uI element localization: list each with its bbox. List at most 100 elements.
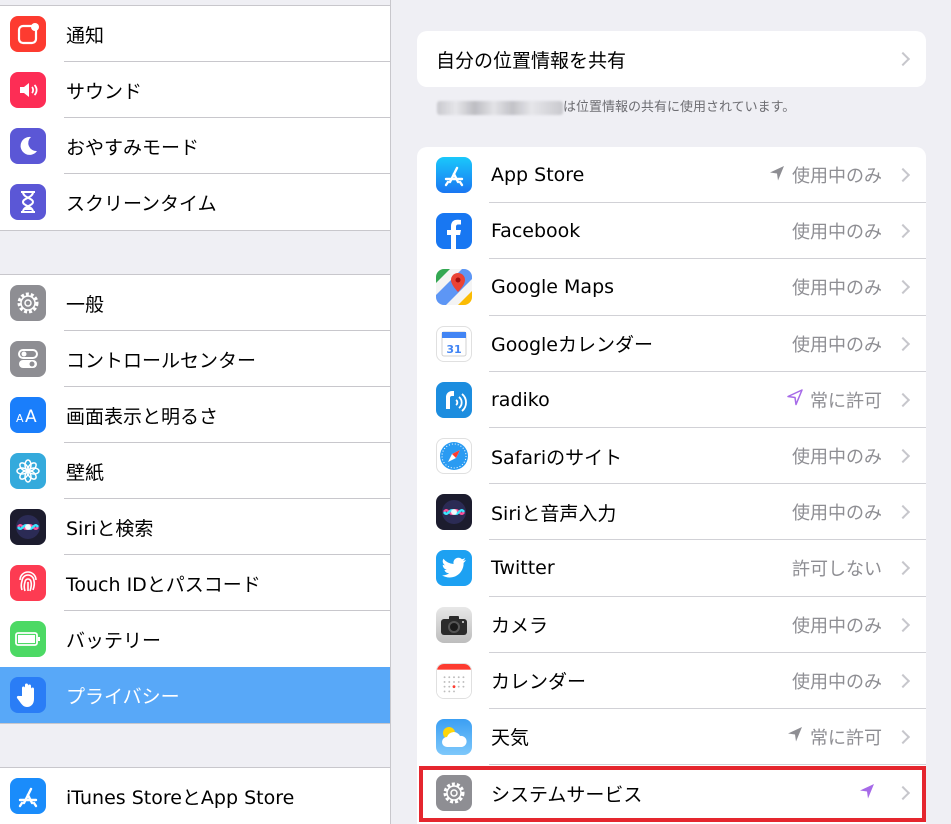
share-my-location-row[interactable]: 自分の位置情報を共有 (417, 31, 926, 87)
chevron-right-icon (895, 280, 911, 295)
hand-icon (10, 677, 46, 713)
location-permission-status: 使用中のみ (768, 162, 882, 188)
location-sharing-footnote: は位置情報の共有に使用されています。 (437, 96, 795, 115)
sidebar-item-label: プライバシー (66, 685, 180, 708)
location-app-row[interactable]: カレンダー 使用中のみ (417, 653, 926, 709)
sidebar-item-notification[interactable]: 通知 (0, 6, 390, 62)
sidebar-item-gear[interactable]: 一般 (0, 275, 390, 331)
app-name: Googleカレンダー (491, 334, 654, 357)
redacted-device-name (437, 100, 563, 115)
sidebar-item-siri[interactable]: Siriと検索 (0, 499, 390, 555)
sidebar-item-label: スクリーンタイム (66, 192, 217, 215)
siri-icon (436, 494, 472, 531)
sidebar-item-label: 通知 (66, 24, 105, 47)
sidebar-item-flower[interactable]: 壁紙 (0, 443, 390, 499)
sidebar-item-speaker[interactable]: サウンド (0, 62, 390, 118)
permission-text: 使用中のみ (792, 334, 882, 356)
chevron-right-icon (895, 448, 911, 464)
sidebar-item-battery[interactable]: バッテリー (0, 611, 390, 667)
permission-text: 使用中のみ (792, 503, 882, 525)
permission-text: 使用中のみ (792, 615, 882, 637)
sidebar-item-app-store[interactable]: iTunes StoreとApp Store (0, 768, 390, 824)
chevron-right-icon (895, 561, 911, 576)
location-permission-status: 常に許可 (786, 387, 882, 413)
location-permission-status: 使用中のみ (792, 274, 882, 300)
sidebar-item-text-size[interactable]: A A 画面表示と明るさ (0, 387, 390, 443)
siri-icon (10, 509, 46, 545)
sidebar-item-label: 壁紙 (66, 461, 105, 484)
svg-text:31: 31 (446, 343, 461, 356)
sidebar-item-moon[interactable]: おやすみモード (0, 118, 390, 174)
speaker-icon (10, 72, 46, 108)
chevron-right-icon (895, 224, 911, 239)
app-name: App Store (491, 164, 585, 187)
permission-text: 常に許可 (810, 390, 882, 412)
permission-text: 常に許可 (810, 727, 882, 749)
app-name: Siriと音声入力 (491, 502, 617, 525)
chevron-right-icon (895, 786, 911, 801)
location-arrow-icon (786, 388, 804, 411)
radiko-icon (436, 381, 472, 418)
app-name: システムサービス (491, 783, 643, 806)
chevron-right-icon (895, 505, 911, 520)
app-name: Twitter (491, 557, 555, 580)
permission-text: 使用中のみ (792, 166, 882, 188)
chevron-right-icon (895, 392, 911, 407)
location-app-row[interactable]: radiko 常に許可 (417, 372, 926, 428)
moon-icon (10, 128, 46, 164)
google-maps-icon (436, 269, 472, 306)
chevron-right-icon (895, 673, 911, 688)
location-app-row[interactable]: Siriと音声入力 使用中のみ (417, 484, 926, 541)
app-name: カメラ (491, 615, 549, 638)
location-app-row[interactable]: Facebook 使用中のみ (417, 203, 926, 260)
permission-text: 使用中のみ (792, 447, 882, 469)
location-app-row[interactable]: Google Maps 使用中のみ (417, 259, 926, 316)
location-apps-list: App Store 使用中のみ Facebook 使用中のみ Google Maps 使用… (417, 147, 926, 824)
permission-text: 使用中のみ (792, 222, 882, 244)
permission-text: 許可しない (792, 559, 882, 581)
camera-icon (436, 606, 472, 643)
app-name: Facebook (491, 220, 581, 243)
share-my-location-label: 自分の位置情報を共有 (436, 49, 627, 72)
location-permission-status: 使用中のみ (792, 499, 882, 525)
location-app-row[interactable]: カメラ 使用中のみ (417, 597, 926, 653)
chevron-right-icon (895, 168, 911, 183)
weather-icon (436, 718, 472, 755)
chevron-right-icon (895, 51, 911, 67)
sidebar-item-label: おやすみモード (66, 136, 200, 159)
sidebar-item-fingerprint[interactable]: Touch IDとパスコード (0, 555, 390, 611)
app-store-icon (436, 157, 472, 193)
safari-icon (436, 437, 472, 474)
location-app-row[interactable]: Safariのサイト 使用中のみ (417, 428, 926, 485)
sidebar-group-2: 一般 コントロールセンター A A 画面表示と明るさ壁紙 Siriと検索 Touch IDと… (0, 274, 390, 724)
permission-text: 使用中のみ (792, 278, 882, 300)
flower-icon (10, 453, 46, 489)
app-name: 天気 (491, 727, 530, 750)
location-app-row[interactable]: Twitter 許可しない (417, 540, 926, 597)
location-permission-status: 常に許可 (786, 724, 882, 750)
sidebar-item-label: iTunes StoreとApp Store (66, 786, 295, 809)
chevron-right-icon (895, 336, 911, 351)
chevron-right-icon (895, 617, 911, 632)
calendar-icon (436, 662, 472, 699)
location-arrow-icon (858, 782, 876, 805)
sidebar-item-hand[interactable]: プライバシー (0, 667, 390, 723)
location-permission-status: 使用中のみ (792, 331, 882, 357)
location-app-row[interactable]: 天気 常に許可 (417, 709, 926, 766)
sidebar-item-hourglass[interactable]: スクリーンタイム (0, 174, 390, 230)
gear-icon (436, 775, 472, 812)
location-app-row[interactable]: 31 Googleカレンダー 使用中のみ (417, 316, 926, 372)
location-permission-status: 使用中のみ (792, 443, 882, 469)
svg-text:A: A (16, 412, 24, 425)
location-app-row[interactable]: システムサービス (417, 765, 926, 821)
app-name: radiko (491, 388, 550, 411)
footnote-text: は位置情報の共有に使用されています。 (563, 100, 796, 115)
toggle-icon (10, 341, 46, 377)
sidebar-item-label: バッテリー (66, 629, 162, 652)
location-arrow-icon (768, 164, 786, 187)
permission-text: 使用中のみ (792, 671, 882, 693)
fingerprint-icon (10, 565, 46, 601)
location-app-row[interactable]: App Store 使用中のみ (417, 147, 926, 204)
app-store-icon (10, 778, 46, 814)
sidebar-item-toggle[interactable]: コントロールセンター (0, 331, 390, 387)
